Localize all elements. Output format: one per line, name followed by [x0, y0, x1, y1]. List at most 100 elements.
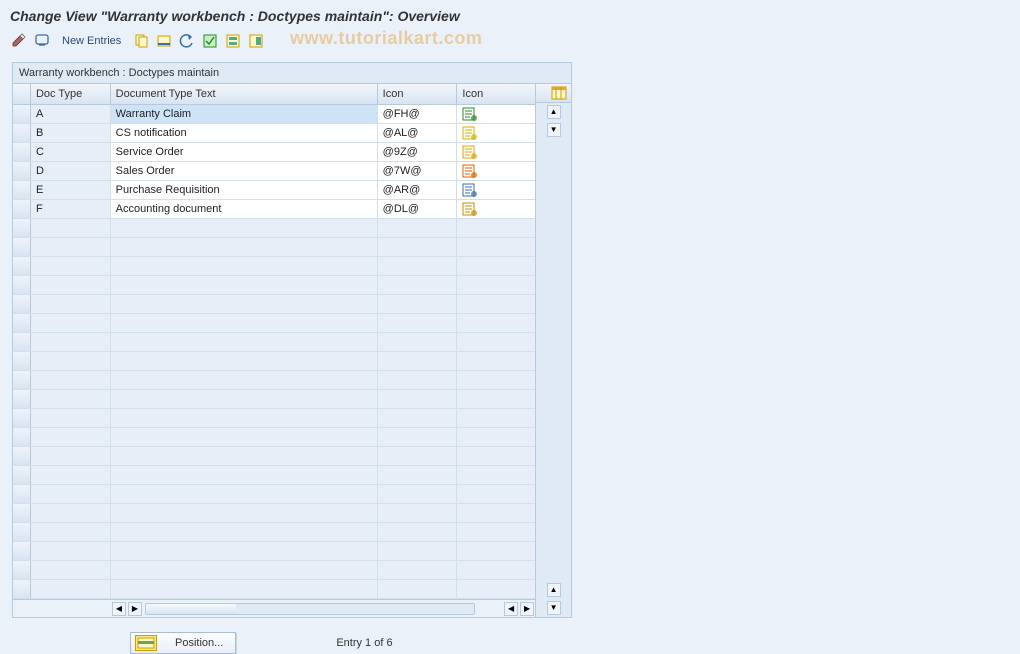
cell-doc-type[interactable] [31, 447, 111, 465]
cell-icon-code[interactable] [378, 219, 458, 237]
cell-doc-type[interactable]: B [31, 124, 111, 142]
cell-doc-text[interactable] [111, 542, 378, 560]
select-all-icon[interactable] [201, 32, 219, 50]
cell-icon-preview[interactable] [457, 143, 535, 161]
cell-doc-text[interactable] [111, 447, 378, 465]
cell-icon-code[interactable] [378, 276, 458, 294]
cell-icon-code[interactable] [378, 542, 458, 560]
cell-icon-code[interactable] [378, 428, 458, 446]
cell-doc-type[interactable] [31, 523, 111, 541]
cell-doc-type[interactable] [31, 580, 111, 598]
row-selector[interactable] [13, 580, 31, 598]
cell-icon-code[interactable]: @FH@ [378, 105, 458, 123]
row-selector[interactable] [13, 276, 31, 294]
configure-columns-icon[interactable] [536, 83, 571, 103]
cell-doc-type[interactable]: F [31, 200, 111, 218]
scroll-last-icon[interactable]: ▶ [520, 602, 534, 616]
scroll-first-icon[interactable]: ◀ [112, 602, 126, 616]
new-entries-button[interactable]: New Entries [56, 34, 127, 48]
cell-icon-code[interactable] [378, 485, 458, 503]
cell-doc-type[interactable]: C [31, 143, 111, 161]
cell-doc-type[interactable] [31, 409, 111, 427]
copy-icon[interactable] [132, 32, 150, 50]
cell-doc-text[interactable] [111, 352, 378, 370]
cell-doc-type[interactable] [31, 485, 111, 503]
table-row[interactable] [13, 352, 535, 371]
table-row[interactable] [13, 580, 535, 599]
scroll-right-icon[interactable]: ◀ [504, 602, 518, 616]
cell-icon-code[interactable] [378, 333, 458, 351]
cell-doc-text[interactable] [111, 409, 378, 427]
header-icon-preview[interactable]: Icon [457, 84, 535, 104]
cell-icon-preview[interactable] [457, 561, 535, 579]
row-selector[interactable] [13, 542, 31, 560]
cell-doc-type[interactable] [31, 238, 111, 256]
table-row[interactable] [13, 447, 535, 466]
cell-icon-preview[interactable] [457, 352, 535, 370]
horizontal-scrollbar[interactable]: ◀ ▶ ◀ ▶ [13, 599, 535, 617]
cell-doc-type[interactable] [31, 333, 111, 351]
cell-icon-preview[interactable] [457, 238, 535, 256]
cell-doc-type[interactable]: E [31, 181, 111, 199]
cell-doc-text[interactable] [111, 238, 378, 256]
cell-doc-text[interactable] [111, 466, 378, 484]
cell-doc-type[interactable]: D [31, 162, 111, 180]
table-row[interactable] [13, 333, 535, 352]
cell-icon-preview[interactable] [457, 390, 535, 408]
row-selector[interactable] [13, 466, 31, 484]
cell-doc-text[interactable] [111, 504, 378, 522]
row-selector[interactable] [13, 314, 31, 332]
table-row[interactable] [13, 219, 535, 238]
table-row[interactable]: CService Order@9Z@ [13, 143, 535, 162]
cell-icon-code[interactable]: @AL@ [378, 124, 458, 142]
cell-doc-type[interactable] [31, 504, 111, 522]
header-doc-text[interactable]: Document Type Text [111, 84, 378, 104]
cell-icon-code[interactable] [378, 580, 458, 598]
deselect-all-icon[interactable] [247, 32, 265, 50]
row-selector[interactable] [13, 409, 31, 427]
table-row[interactable] [13, 428, 535, 447]
table-row[interactable]: AWarranty Claim@FH@ [13, 105, 535, 124]
cell-icon-code[interactable] [378, 371, 458, 389]
cell-doc-type[interactable] [31, 542, 111, 560]
cell-doc-type[interactable] [31, 276, 111, 294]
delete-icon[interactable] [155, 32, 173, 50]
cell-doc-text[interactable] [111, 295, 378, 313]
row-selector[interactable] [13, 504, 31, 522]
row-selector[interactable] [13, 295, 31, 313]
cell-icon-code[interactable] [378, 523, 458, 541]
cell-icon-code[interactable] [378, 295, 458, 313]
cell-icon-code[interactable] [378, 257, 458, 275]
header-doc-type[interactable]: Doc Type [31, 84, 111, 104]
cell-doc-type[interactable] [31, 390, 111, 408]
cell-doc-text[interactable]: Accounting document [111, 200, 378, 218]
table-row[interactable] [13, 504, 535, 523]
cell-doc-text[interactable] [111, 276, 378, 294]
cell-doc-text[interactable] [111, 219, 378, 237]
cell-icon-preview[interactable] [457, 181, 535, 199]
table-row[interactable] [13, 523, 535, 542]
cell-doc-type[interactable] [31, 561, 111, 579]
row-selector[interactable] [13, 371, 31, 389]
table-row[interactable] [13, 542, 535, 561]
cell-doc-text[interactable] [111, 561, 378, 579]
table-row[interactable] [13, 390, 535, 409]
cell-doc-type[interactable] [31, 219, 111, 237]
cell-icon-code[interactable] [378, 409, 458, 427]
cell-doc-text[interactable]: Service Order [111, 143, 378, 161]
row-selector[interactable] [13, 390, 31, 408]
toggle-display-change-icon[interactable] [10, 32, 28, 50]
undo-icon[interactable] [178, 32, 196, 50]
cell-doc-text[interactable]: Sales Order [111, 162, 378, 180]
cell-icon-preview[interactable] [457, 257, 535, 275]
cell-icon-preview[interactable] [457, 371, 535, 389]
cell-doc-type[interactable] [31, 295, 111, 313]
cell-doc-text[interactable] [111, 314, 378, 332]
scroll-left-icon[interactable]: ▶ [128, 602, 142, 616]
table-row[interactable] [13, 485, 535, 504]
cell-doc-text[interactable] [111, 580, 378, 598]
cell-icon-preview[interactable] [457, 466, 535, 484]
row-selector[interactable] [13, 105, 31, 123]
row-selector[interactable] [13, 257, 31, 275]
row-selector[interactable] [13, 352, 31, 370]
